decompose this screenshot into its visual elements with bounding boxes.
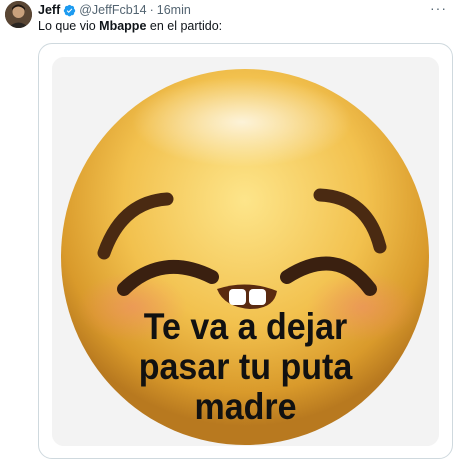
caption-line-2: pasar tu puta (138, 346, 353, 388)
tweet-text-end: en el partido: (146, 19, 223, 33)
author-name[interactable]: Jeff (38, 3, 60, 17)
avatar[interactable] (5, 1, 32, 28)
author-handle[interactable]: @JeffFcb14 (79, 3, 146, 17)
tweet-text-bold: Mbappe (99, 19, 147, 33)
tweet-header: Jeff @JeffFcb14 · 16min (38, 2, 191, 18)
verified-badge-icon (63, 4, 76, 17)
meme-image[interactable]: Te va a dejar pasar tu puta madre (52, 57, 439, 446)
caption-line-3: madre (194, 386, 297, 428)
media-card[interactable]: Te va a dejar pasar tu puta madre (38, 43, 453, 459)
tweet-text: Lo que vio Mbappe en el partido: (38, 19, 222, 33)
more-options-icon[interactable]: ··· (430, 1, 447, 15)
caption-line-1: Te va a dejar (143, 306, 348, 348)
timestamp[interactable]: 16min (157, 3, 191, 17)
separator-dot: · (149, 3, 154, 17)
meme-caption: Te va a dejar pasar tu puta madre (52, 306, 439, 428)
tweet-text-start: Lo que vio (38, 19, 100, 33)
